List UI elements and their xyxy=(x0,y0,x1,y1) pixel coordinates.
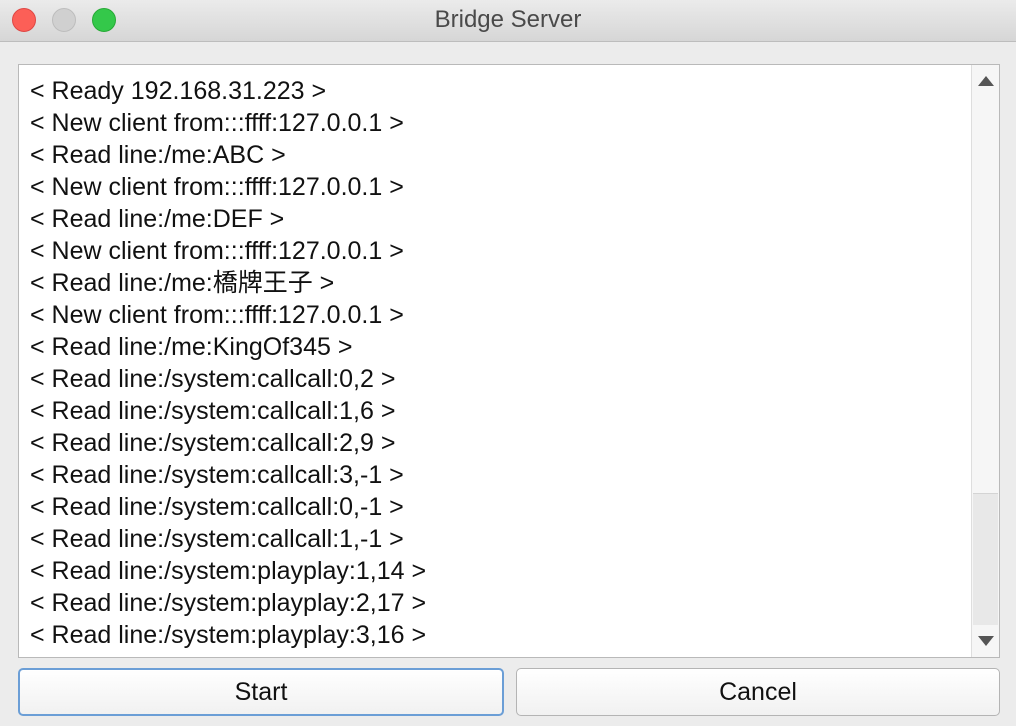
log-line: < Read line:/system:playplay:2,17 > xyxy=(30,589,427,617)
log-line: < Read line:/system:playplay:1,14 > xyxy=(30,557,427,585)
scroll-thumb[interactable] xyxy=(973,493,998,625)
cancel-button[interactable]: Cancel xyxy=(516,668,1000,716)
log-line: < Read line:/system:callcall:1,6 > xyxy=(30,397,396,425)
log-line: < Read line:/system:callcall:3,-1 > xyxy=(30,461,404,489)
log-line: < Read line:/me:ABC > xyxy=(30,141,286,169)
scroll-up-icon[interactable] xyxy=(978,76,994,86)
log-line: < Read line:/me:KingOf345 > xyxy=(30,333,353,361)
log-line: < Ready 192.168.31.223 > xyxy=(30,77,327,105)
log-lines: < Ready 192.168.31.223 > < New client fr… xyxy=(30,75,970,651)
server-log[interactable]: < Ready 192.168.31.223 > < New client fr… xyxy=(18,64,1000,658)
window-title: Bridge Server xyxy=(434,6,582,33)
log-line: < New client from:::ffff:127.0.0.1 > xyxy=(30,173,404,201)
title-bar[interactable]: Bridge Server xyxy=(0,0,1016,42)
scroll-down-icon[interactable] xyxy=(978,636,994,646)
log-line: < Read line:/system:callcall:0,-1 > xyxy=(30,493,404,521)
log-line: < Read line:/me:DEF > xyxy=(30,205,285,233)
log-line: < Read line:/me:橋牌王子 > xyxy=(30,269,335,297)
log-line: < New client from:::ffff:127.0.0.1 > xyxy=(30,301,404,329)
start-button[interactable]: Start xyxy=(18,668,504,716)
log-line: < Read line:/system:callcall:1,-1 > xyxy=(30,525,404,553)
log-line: < New client from:::ffff:127.0.0.1 > xyxy=(30,237,404,265)
log-scrollbar[interactable] xyxy=(971,65,999,657)
log-line: < Read line:/system:callcall:0,2 > xyxy=(30,365,396,393)
log-line: < New client from:::ffff:127.0.0.1 > xyxy=(30,109,404,137)
bridge-server-window: Bridge Server < Ready 192.168.31.223 > <… xyxy=(0,0,1016,726)
log-line: < Read line:/system:playplay:3,16 > xyxy=(30,621,427,649)
log-line: < Read line:/system:callcall:2,9 > xyxy=(30,429,396,457)
